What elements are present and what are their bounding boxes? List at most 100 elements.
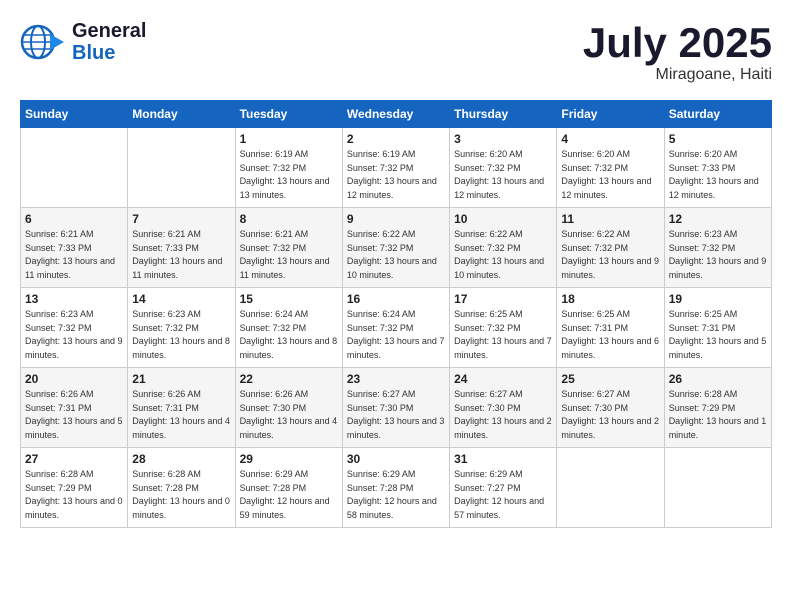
calendar-cell: 15 Sunrise: 6:24 AMSunset: 7:32 PMDayligh… <box>235 288 342 368</box>
day-info: Sunrise: 6:26 AMSunset: 7:30 PMDaylight:… <box>240 389 338 440</box>
day-number: 8 <box>240 212 338 226</box>
calendar-cell <box>557 448 664 528</box>
calendar-cell: 11Sunrise: 6:22 AMSunset: 7:32 PMDayligh… <box>557 208 664 288</box>
calendar-cell: 3 Sunrise: 6:20 AMSunset: 7:32 PMDaylight… <box>450 128 557 208</box>
day-info: Sunrise: 6:29 AMSunset: 7:28 PMDaylight:… <box>240 469 330 520</box>
day-number: 18 <box>561 292 659 306</box>
calendar-cell: 30Sunrise: 6:29 AMSunset: 7:28 PMDayligh… <box>342 448 449 528</box>
day-number: 15 <box>240 292 338 306</box>
day-info: Sunrise: 6:25 AMSunset: 7:32 PMDaylight:… <box>454 309 552 360</box>
day-info: Sunrise: 6:26 AMSunset: 7:31 PMDaylight:… <box>132 389 230 440</box>
day-info: Sunrise: 6:27 AMSunset: 7:30 PMDaylight:… <box>454 389 552 440</box>
calendar-cell: 18Sunrise: 6:25 AMSunset: 7:31 PMDayligh… <box>557 288 664 368</box>
day-info: Sunrise: 6:23 AMSunset: 7:32 PMDaylight:… <box>132 309 230 360</box>
day-number: 22 <box>240 372 338 386</box>
day-number: 3 <box>454 132 552 146</box>
page-header: General Blue July 2025 Miragoane, Haiti <box>20 20 772 84</box>
header-sunday: Sunday <box>21 101 128 128</box>
calendar-cell <box>128 128 235 208</box>
title-block: July 2025 Miragoane, Haiti <box>583 20 772 84</box>
day-number: 7 <box>132 212 230 226</box>
day-info: Sunrise: 6:21 AMSunset: 7:32 PMDaylight:… <box>240 229 330 280</box>
day-info: Sunrise: 6:21 AMSunset: 7:33 PMDaylight:… <box>25 229 115 280</box>
calendar-cell: 20 Sunrise: 6:26 AMSunset: 7:31 PMDayligh… <box>21 368 128 448</box>
day-info: Sunrise: 6:23 AMSunset: 7:32 PMDaylight:… <box>669 229 767 280</box>
day-number: 10 <box>454 212 552 226</box>
day-number: 1 <box>240 132 338 146</box>
calendar-cell: 25 Sunrise: 6:27 AMSunset: 7:30 PMDayligh… <box>557 368 664 448</box>
header-thursday: Thursday <box>450 101 557 128</box>
calendar-cell: 23 Sunrise: 6:27 AMSunset: 7:30 PMDayligh… <box>342 368 449 448</box>
calendar-cell: 29Sunrise: 6:29 AMSunset: 7:28 PMDayligh… <box>235 448 342 528</box>
header-tuesday: Tuesday <box>235 101 342 128</box>
day-info: Sunrise: 6:20 AMSunset: 7:33 PMDaylight:… <box>669 149 759 200</box>
calendar-cell: 2 Sunrise: 6:19 AMSunset: 7:32 PMDaylight… <box>342 128 449 208</box>
day-number: 5 <box>669 132 767 146</box>
header-wednesday: Wednesday <box>342 101 449 128</box>
calendar-cell: 21 Sunrise: 6:26 AMSunset: 7:31 PMDayligh… <box>128 368 235 448</box>
calendar-cell: 27 Sunrise: 6:28 AMSunset: 7:29 PMDayligh… <box>21 448 128 528</box>
day-info: Sunrise: 6:28 AMSunset: 7:29 PMDaylight:… <box>25 469 123 520</box>
logo-icon <box>20 22 64 62</box>
day-number: 20 <box>25 372 123 386</box>
day-number: 25 <box>561 372 659 386</box>
calendar-cell: 6 Sunrise: 6:21 AMSunset: 7:33 PMDaylight… <box>21 208 128 288</box>
calendar-cell: 31 Sunrise: 6:29 AMSunset: 7:27 PMDayligh… <box>450 448 557 528</box>
day-info: Sunrise: 6:29 AMSunset: 7:27 PMDaylight:… <box>454 469 544 520</box>
day-number: 28 <box>132 452 230 466</box>
day-number: 27 <box>25 452 123 466</box>
day-info: Sunrise: 6:29 AMSunset: 7:28 PMDaylight:… <box>347 469 437 520</box>
day-number: 24 <box>454 372 552 386</box>
day-info: Sunrise: 6:24 AMSunset: 7:32 PMDaylight:… <box>240 309 338 360</box>
calendar-cell: 4 Sunrise: 6:20 AMSunset: 7:32 PMDaylight… <box>557 128 664 208</box>
day-info: Sunrise: 6:20 AMSunset: 7:32 PMDaylight:… <box>454 149 544 200</box>
calendar-cell: 26 Sunrise: 6:28 AMSunset: 7:29 PMDayligh… <box>664 368 771 448</box>
day-number: 2 <box>347 132 445 146</box>
calendar-cell <box>664 448 771 528</box>
calendar-cell: 24 Sunrise: 6:27 AMSunset: 7:30 PMDayligh… <box>450 368 557 448</box>
calendar-cell: 16 Sunrise: 6:24 AMSunset: 7:32 PMDayligh… <box>342 288 449 368</box>
calendar-cell: 9Sunrise: 6:22 AMSunset: 7:32 PMDaylight… <box>342 208 449 288</box>
header-saturday: Saturday <box>664 101 771 128</box>
day-info: Sunrise: 6:27 AMSunset: 7:30 PMDaylight:… <box>561 389 659 440</box>
header-friday: Friday <box>557 101 664 128</box>
logo-line1: General <box>72 20 146 42</box>
day-number: 11 <box>561 212 659 226</box>
day-info: Sunrise: 6:27 AMSunset: 7:30 PMDaylight:… <box>347 389 445 440</box>
day-info: Sunrise: 6:28 AMSunset: 7:29 PMDaylight:… <box>669 389 767 440</box>
calendar-cell: 17 Sunrise: 6:25 AMSunset: 7:32 PMDayligh… <box>450 288 557 368</box>
day-info: Sunrise: 6:20 AMSunset: 7:32 PMDaylight:… <box>561 149 651 200</box>
calendar-cell: 14 Sunrise: 6:23 AMSunset: 7:32 PMDayligh… <box>128 288 235 368</box>
calendar-cell: 1 Sunrise: 6:19 AMSunset: 7:32 PMDaylight… <box>235 128 342 208</box>
day-number: 13 <box>25 292 123 306</box>
day-info: Sunrise: 6:26 AMSunset: 7:31 PMDaylight:… <box>25 389 123 440</box>
day-info: Sunrise: 6:22 AMSunset: 7:32 PMDaylight:… <box>454 229 544 280</box>
day-number: 16 <box>347 292 445 306</box>
calendar-cell: 10 Sunrise: 6:22 AMSunset: 7:32 PMDayligh… <box>450 208 557 288</box>
day-info: Sunrise: 6:21 AMSunset: 7:33 PMDaylight:… <box>132 229 222 280</box>
day-info: Sunrise: 6:28 AMSunset: 7:28 PMDaylight:… <box>132 469 230 520</box>
day-info: Sunrise: 6:23 AMSunset: 7:32 PMDaylight:… <box>25 309 123 360</box>
day-number: 4 <box>561 132 659 146</box>
day-info: Sunrise: 6:19 AMSunset: 7:32 PMDaylight:… <box>240 149 330 200</box>
logo-line2: Blue <box>72 42 146 64</box>
day-info: Sunrise: 6:22 AMSunset: 7:32 PMDaylight:… <box>347 229 437 280</box>
day-number: 26 <box>669 372 767 386</box>
day-number: 14 <box>132 292 230 306</box>
day-number: 21 <box>132 372 230 386</box>
calendar-header-row: Sunday Monday Tuesday Wednesday Thursday… <box>21 101 772 128</box>
day-number: 12 <box>669 212 767 226</box>
calendar-cell: 12 Sunrise: 6:23 AMSunset: 7:32 PMDayligh… <box>664 208 771 288</box>
day-number: 17 <box>454 292 552 306</box>
day-number: 23 <box>347 372 445 386</box>
calendar-cell: 28 Sunrise: 6:28 AMSunset: 7:28 PMDayligh… <box>128 448 235 528</box>
day-info: Sunrise: 6:25 AMSunset: 7:31 PMDaylight:… <box>669 309 767 360</box>
day-info: Sunrise: 6:19 AMSunset: 7:32 PMDaylight:… <box>347 149 437 200</box>
day-number: 31 <box>454 452 552 466</box>
calendar-cell: 8 Sunrise: 6:21 AMSunset: 7:32 PMDaylight… <box>235 208 342 288</box>
calendar-location: Miragoane, Haiti <box>583 66 772 84</box>
calendar-table: Sunday Monday Tuesday Wednesday Thursday… <box>20 100 772 528</box>
day-info: Sunrise: 6:24 AMSunset: 7:32 PMDaylight:… <box>347 309 445 360</box>
day-number: 6 <box>25 212 123 226</box>
calendar-cell: 7 Sunrise: 6:21 AMSunset: 7:33 PMDaylight… <box>128 208 235 288</box>
